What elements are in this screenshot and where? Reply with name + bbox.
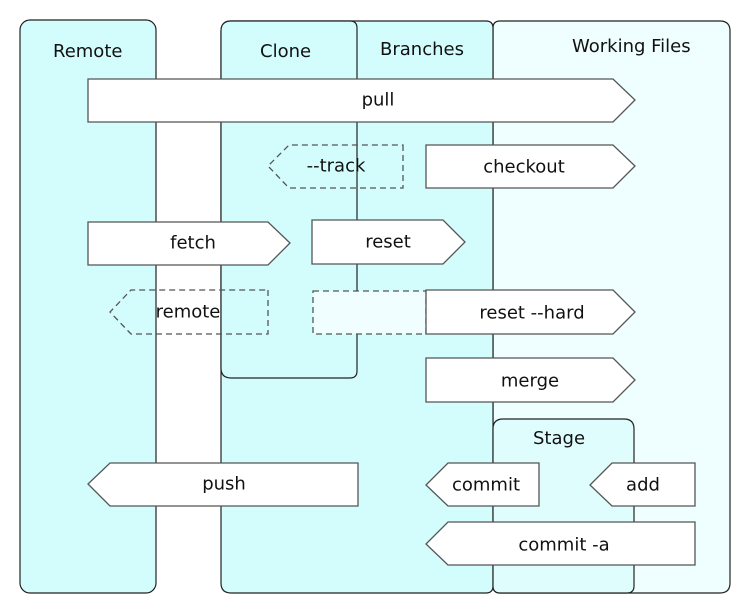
git-transport-diagram: Remote Clone Branches Working Files Stag… (19, 19, 731, 594)
command-commit-a[interactable]: commit -a (425, 521, 696, 566)
lane-title-clone: Clone (260, 41, 311, 62)
dashed-extension-shape (312, 290, 427, 335)
command-label: pull (362, 90, 395, 111)
command-label: push (202, 474, 246, 495)
command-label: reset (365, 232, 411, 253)
lane-title-remote: Remote (53, 41, 122, 62)
command-label: commit (452, 475, 520, 496)
lane-title-working-files: Working Files (572, 36, 691, 57)
command-label: --track (307, 156, 366, 177)
command-reset-hard[interactable]: reset --hard (312, 289, 636, 335)
command-checkout[interactable]: checkout (425, 144, 636, 189)
command-label: reset --hard (479, 303, 584, 324)
command-label: commit -a (518, 535, 609, 556)
command-reset[interactable]: reset (311, 219, 466, 265)
command-label: merge (501, 371, 559, 392)
command-commit[interactable]: commit (425, 462, 540, 507)
command-label: add (626, 475, 660, 496)
command-label: remote (156, 302, 221, 323)
command-add[interactable]: add (589, 462, 696, 507)
command-label: fetch (170, 233, 216, 254)
lane-title-stage: Stage (533, 428, 585, 449)
command-merge[interactable]: merge (425, 357, 636, 403)
command-pull[interactable]: pull (87, 78, 636, 123)
command-fetch[interactable]: fetch (87, 221, 291, 266)
command-label: checkout (483, 157, 565, 178)
command-push[interactable]: push (87, 462, 359, 507)
lane-title-branches: Branches (380, 39, 464, 60)
